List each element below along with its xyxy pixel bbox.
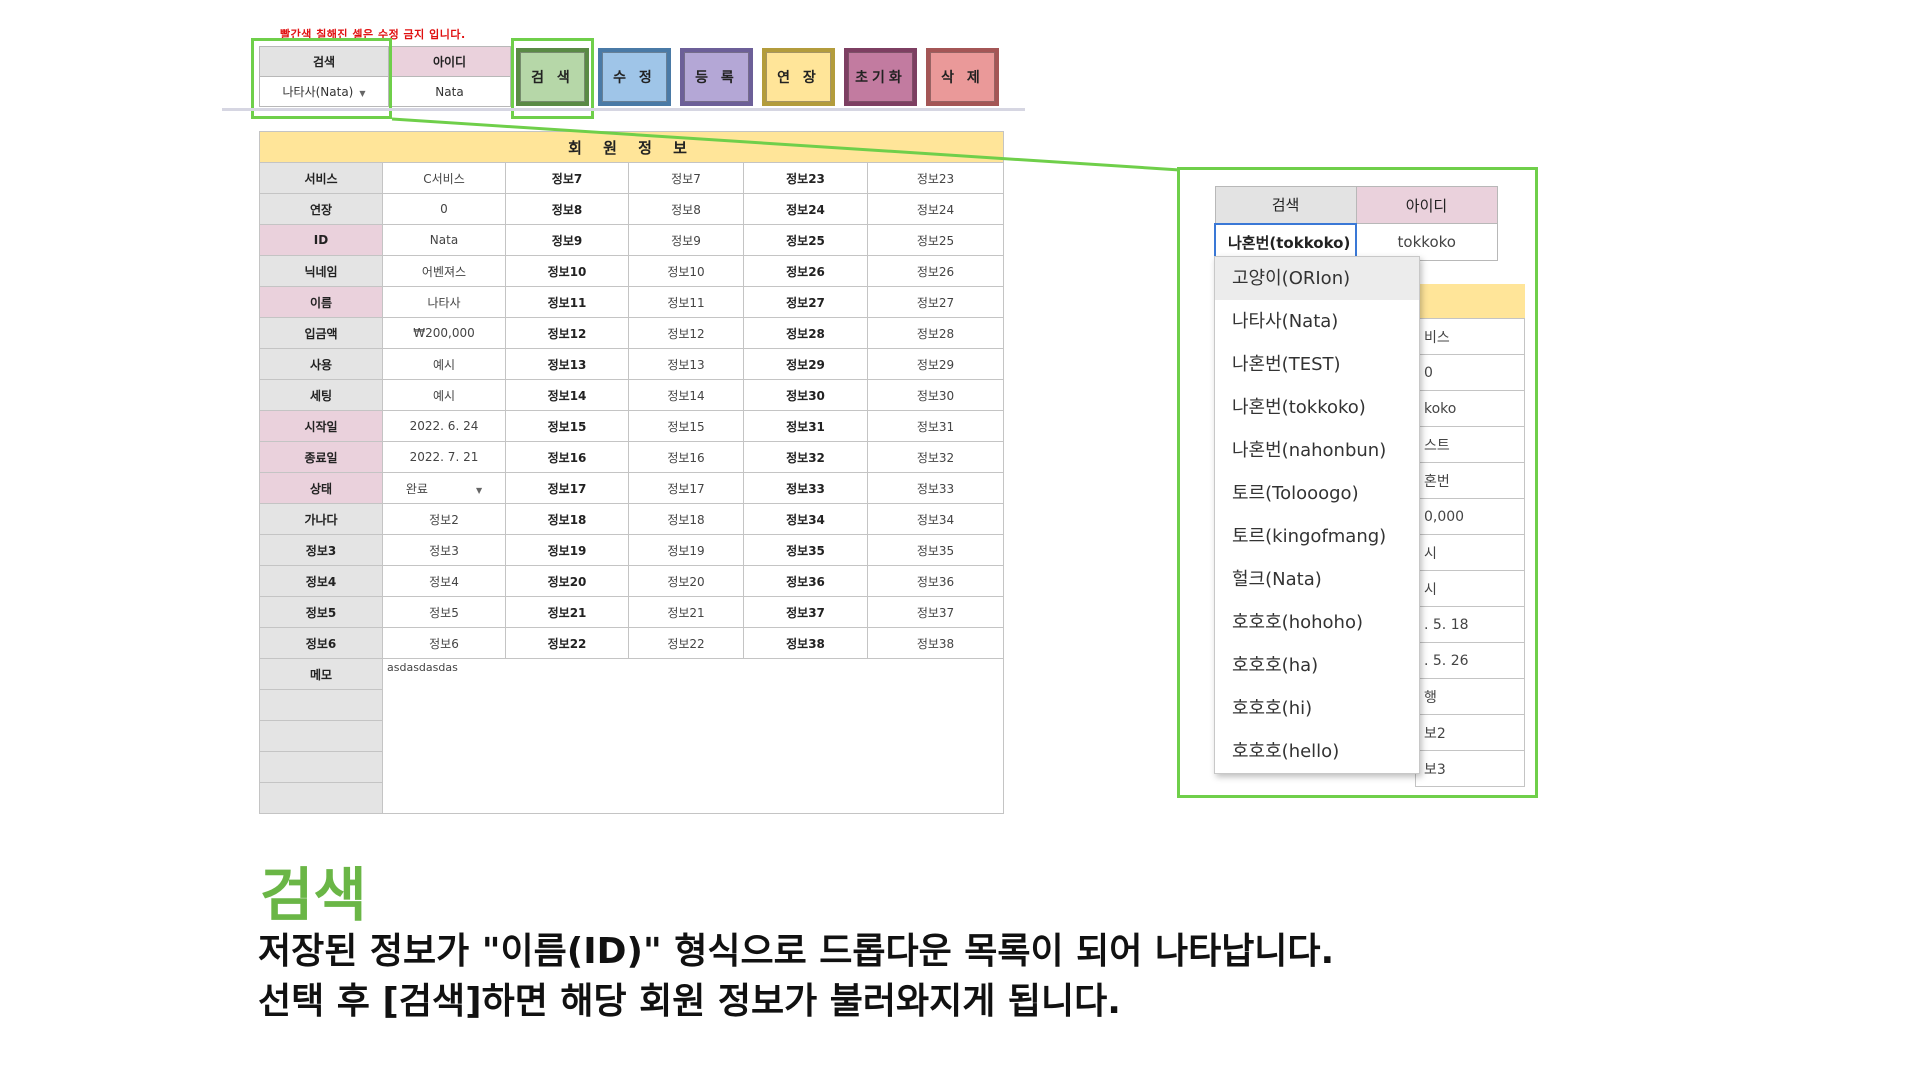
caption-line-2: 선택 후 [검색]하면 해당 회원 정보가 불러와지게 됩니다. (258, 981, 1121, 1022)
zoom-panel-highlight (1177, 167, 1538, 798)
caption-line-1: 저장된 정보가 "이름(ID)" 형식으로 드롭다운 목록이 되어 나타납니다. (258, 931, 1335, 972)
caption-heading: 검색 (260, 861, 367, 929)
